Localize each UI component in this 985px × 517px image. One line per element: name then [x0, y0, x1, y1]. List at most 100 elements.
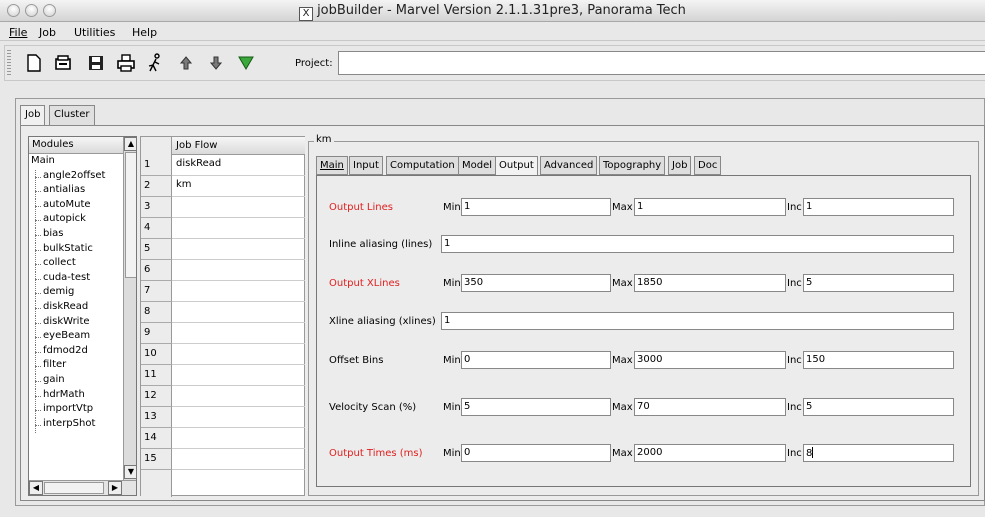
scroll-up-icon[interactable]: ▲ [124, 137, 136, 151]
job-flow-cell[interactable]: diskRead [172, 155, 305, 176]
print-icon[interactable] [115, 52, 137, 74]
job-flow-row[interactable]: 5 [141, 239, 305, 260]
module-item[interactable]: bulkStatic [29, 242, 123, 258]
job-flow-cell[interactable] [172, 323, 305, 344]
output-xlines-min-field[interactable]: 350 [461, 274, 611, 292]
module-item[interactable]: cuda-test [29, 271, 123, 287]
job-flow-cell[interactable] [172, 218, 305, 239]
job-flow-row[interactable]: 7 [141, 281, 305, 302]
job-flow-row[interactable]: 11 [141, 365, 305, 386]
module-item[interactable]: filter [29, 359, 123, 374]
module-item[interactable]: antialias [29, 184, 123, 199]
output-times-min-field[interactable]: 0 [461, 444, 611, 462]
tab-output[interactable]: Output [495, 156, 538, 176]
module-item[interactable]: eyeBeam [29, 330, 123, 345]
inline-aliasing-field[interactable]: 1 [441, 235, 954, 253]
output-xlines-max-field[interactable]: 1850 [634, 274, 786, 292]
job-flow-cell[interactable] [172, 449, 305, 470]
tab-cluster[interactable]: Cluster [49, 105, 95, 125]
job-flow-row[interactable]: 14 [141, 428, 305, 449]
output-xlines-inc-field[interactable]: 5 [803, 274, 954, 292]
save-icon[interactable] [85, 52, 107, 74]
move-down-icon[interactable] [205, 52, 227, 74]
velocity-scan-inc-field[interactable]: 5 [803, 398, 954, 416]
tab-model[interactable]: Model [458, 156, 497, 175]
job-flow-cell[interactable] [172, 365, 305, 386]
job-flow-cell[interactable] [172, 428, 305, 449]
run-icon[interactable] [145, 52, 167, 74]
menu-help[interactable]: Help [132, 26, 157, 39]
tab-job[interactable]: Job [20, 105, 46, 126]
job-flow-row[interactable]: 2 km [141, 176, 305, 197]
job-flow-cell[interactable] [172, 407, 305, 428]
tab-advanced[interactable]: Advanced [540, 156, 598, 175]
menu-utilities[interactable]: Utilities [74, 26, 115, 39]
job-flow-row[interactable]: 13 [141, 407, 305, 428]
module-item[interactable]: collect [29, 257, 123, 272]
job-flow-row[interactable]: 4 [141, 218, 305, 239]
job-flow-row[interactable]: 10 [141, 344, 305, 365]
module-item[interactable]: bias [29, 227, 123, 243]
velocity-scan-min-field[interactable]: 5 [461, 398, 611, 416]
job-flow-cell[interactable] [172, 260, 305, 281]
module-item[interactable]: gain [29, 373, 123, 389]
output-lines-inc-field[interactable]: 1 [803, 198, 954, 216]
scroll-left-icon[interactable]: ◀ [29, 481, 43, 495]
modules-header[interactable]: Modules [29, 137, 136, 154]
job-flow-cell[interactable] [172, 302, 305, 323]
scroll-right-icon[interactable]: ▶ [108, 481, 122, 495]
job-flow-row[interactable]: 1 diskRead [141, 155, 305, 176]
module-item[interactable]: autoMute [29, 198, 123, 214]
menu-job[interactable]: Job [39, 26, 56, 39]
tab-job-param[interactable]: Job [668, 156, 692, 175]
module-item[interactable]: autopick [29, 213, 123, 228]
output-lines-max-field[interactable]: 1 [634, 198, 786, 216]
job-flow-row[interactable]: 9 [141, 323, 305, 344]
job-flow-header[interactable]: Job Flow [172, 137, 305, 155]
project-input[interactable] [338, 51, 985, 75]
offset-bins-max-field[interactable]: 3000 [634, 351, 786, 369]
module-item[interactable]: demig [29, 286, 123, 301]
module-item[interactable]: angle2offset [29, 169, 123, 185]
job-flow-row[interactable]: 15 [141, 449, 305, 470]
module-item[interactable]: fdmod2d [29, 344, 123, 360]
output-times-inc-field[interactable]: 8 [803, 444, 954, 462]
job-flow-cell[interactable] [172, 239, 305, 260]
output-lines-min-field[interactable]: 1 [461, 198, 611, 216]
move-up-icon[interactable] [175, 52, 197, 74]
menu-file[interactable]: File [9, 26, 27, 39]
job-flow-cell[interactable]: km [172, 176, 305, 197]
modules-vertical-scrollbar[interactable]: ▲ ▼ [123, 137, 136, 480]
job-flow-cell[interactable] [172, 386, 305, 407]
open-icon[interactable] [53, 52, 75, 74]
scroll-down-icon[interactable]: ▼ [124, 465, 136, 479]
offset-bins-min-field[interactable]: 0 [461, 351, 611, 369]
filter-icon[interactable] [235, 52, 257, 74]
job-flow-row[interactable]: 3 [141, 197, 305, 218]
job-flow-cell[interactable] [172, 197, 305, 218]
hscroll-thumb[interactable] [44, 482, 104, 494]
output-times-max-field[interactable]: 2000 [634, 444, 786, 462]
tab-input[interactable]: Input [349, 156, 383, 175]
tab-computation[interactable]: Computation [386, 156, 459, 175]
module-item[interactable]: interpShot [29, 417, 123, 433]
module-item[interactable]: importVtp [29, 403, 123, 418]
job-flow-cell[interactable] [172, 281, 305, 302]
velocity-scan-max-field[interactable]: 70 [634, 398, 786, 416]
job-flow-row[interactable]: 12 [141, 386, 305, 407]
toolbar-grip[interactable] [7, 50, 11, 76]
job-flow-row[interactable]: 8 [141, 302, 305, 323]
new-document-icon[interactable] [23, 52, 45, 74]
module-item[interactable]: hdrMath [29, 388, 123, 404]
tab-topography[interactable]: Topography [599, 156, 666, 175]
modules-horizontal-scrollbar[interactable]: ◀ ▶ [29, 480, 136, 495]
xline-aliasing-field[interactable]: 1 [441, 312, 954, 330]
module-item[interactable]: diskWrite [29, 315, 123, 331]
offset-bins-inc-field[interactable]: 150 [803, 351, 954, 369]
job-flow-row[interactable]: 6 [141, 260, 305, 281]
module-root-main[interactable]: Main [29, 155, 123, 170]
tab-doc[interactable]: Doc [694, 156, 722, 175]
module-item[interactable]: diskRead [29, 300, 123, 316]
tab-main[interactable]: Main [316, 156, 348, 175]
scroll-thumb[interactable] [125, 152, 136, 278]
